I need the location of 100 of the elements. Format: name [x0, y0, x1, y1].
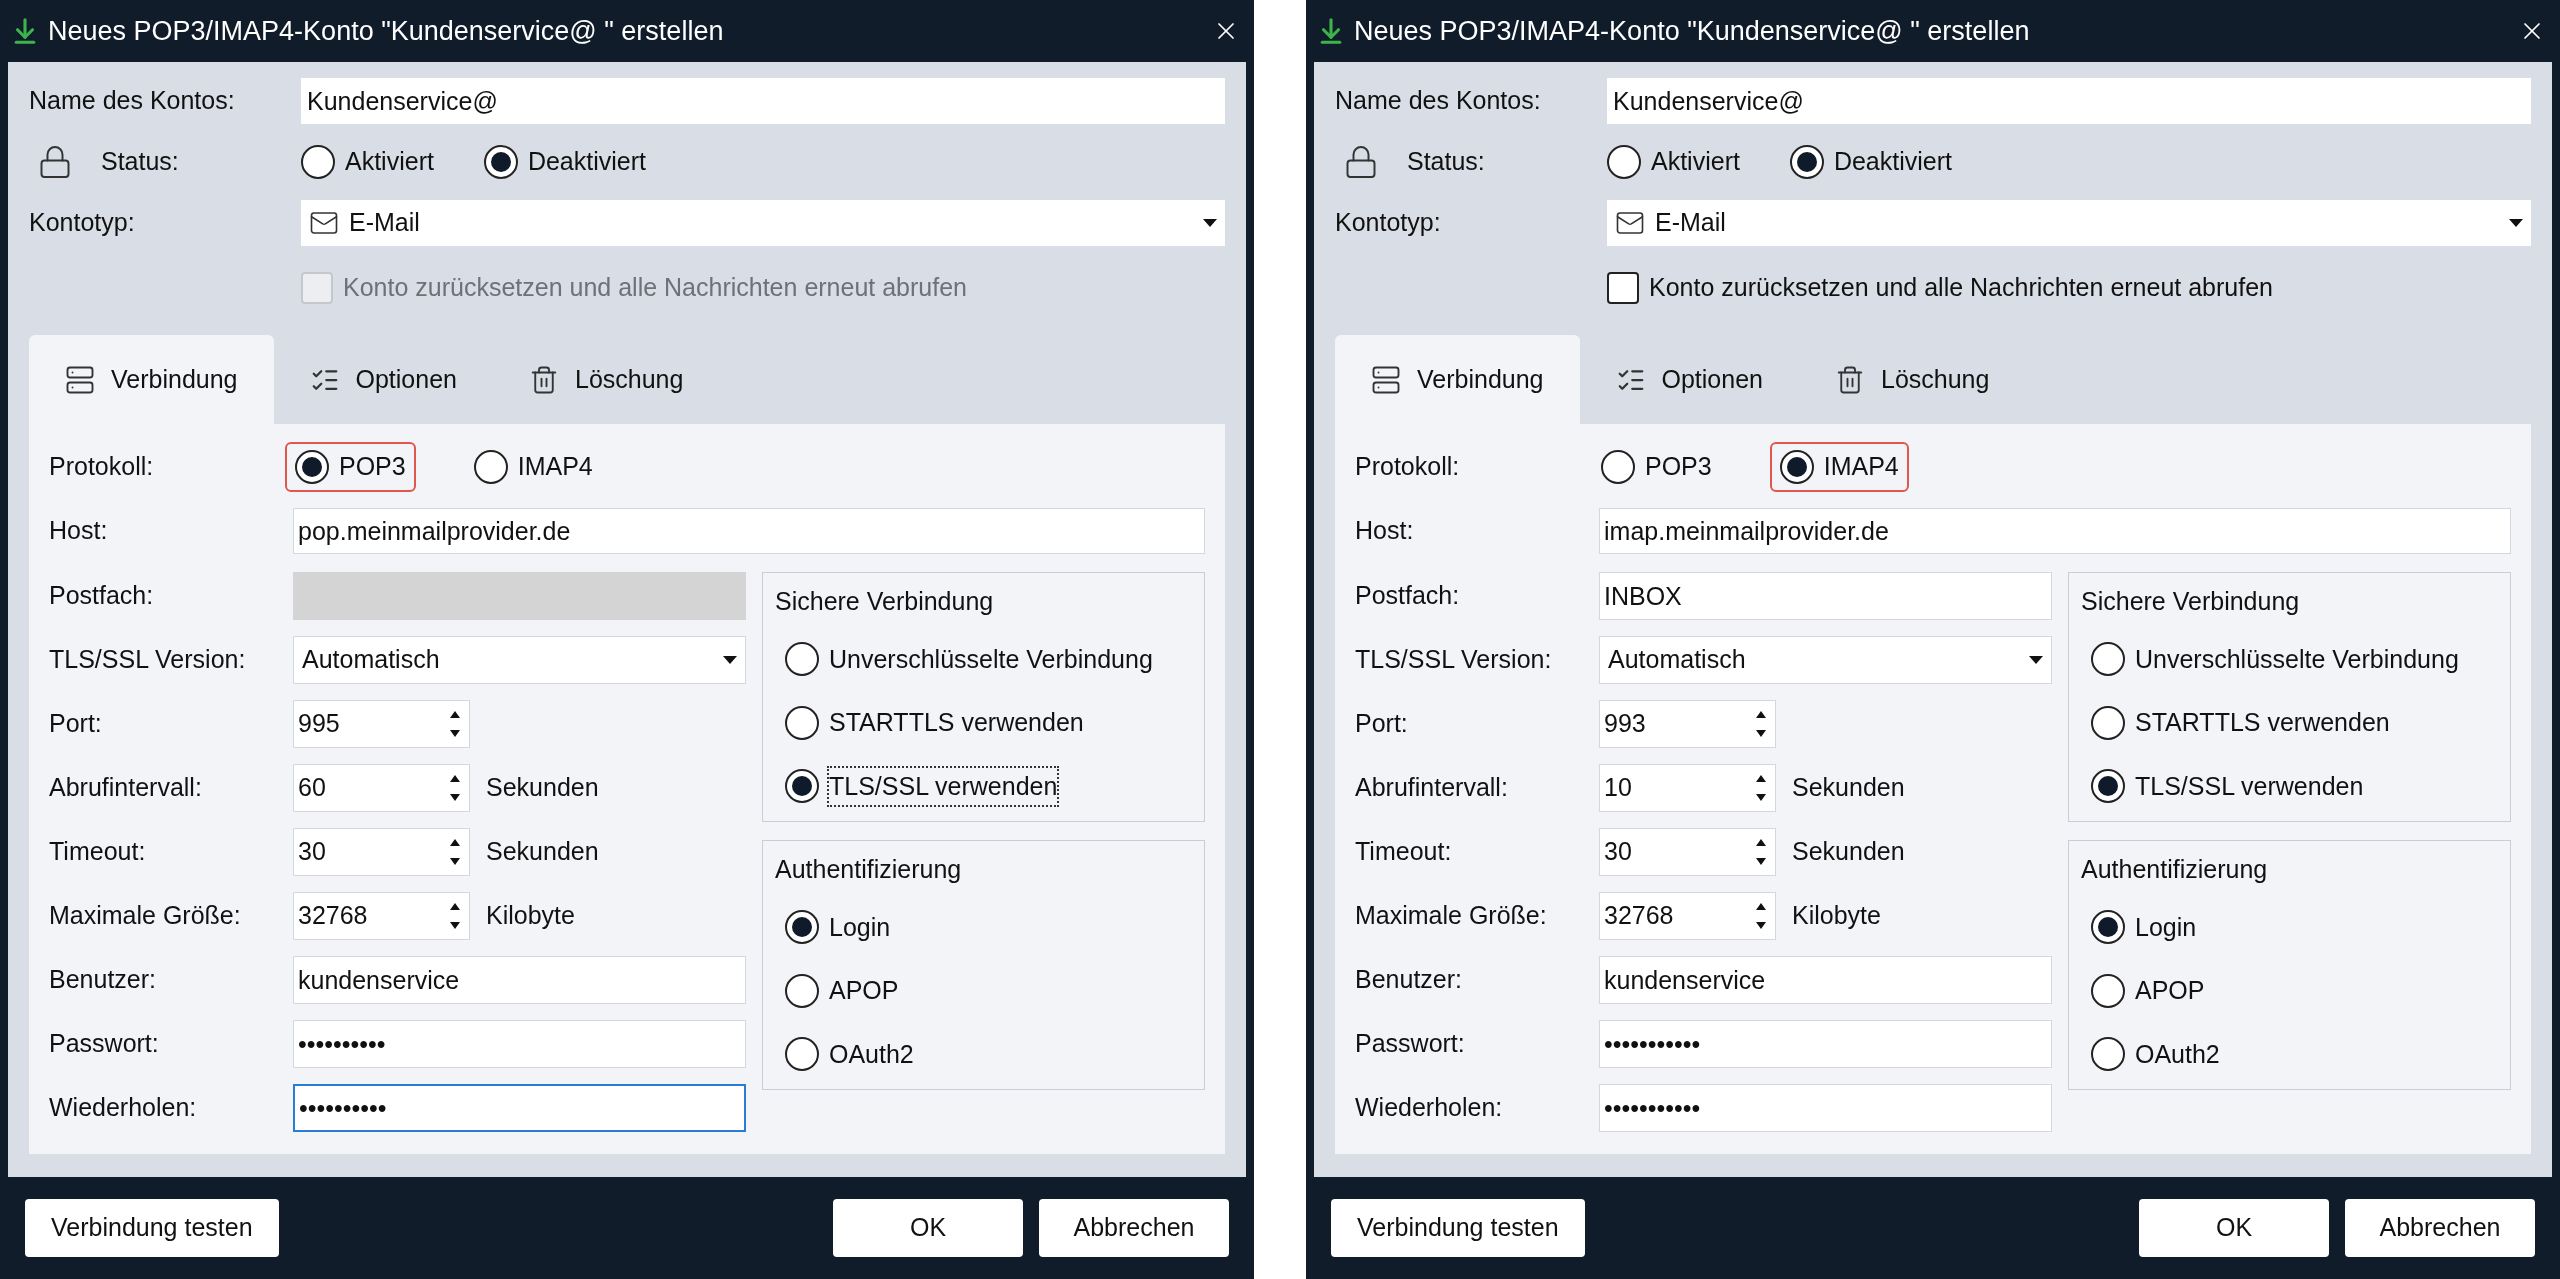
host-field[interactable]: pop.meinmailprovider.de [293, 508, 1205, 554]
window-title: Neues POP3/IMAP4-Konto "Kundenservice@ " erstellen [48, 14, 725, 48]
radio-option[interactable]: APOP [2081, 966, 2498, 1016]
dialog-button[interactable]: OK [833, 1199, 1023, 1257]
text-field[interactable]: ••••••••••• [1599, 1020, 2052, 1068]
group-title: Sichere Verbindung [2081, 586, 2301, 617]
field-label: Port: [1355, 708, 1409, 740]
spinner-field[interactable]: 60 [293, 764, 470, 812]
field-label: Benutzer: [49, 964, 157, 996]
spinner-arrows-icon[interactable] [449, 901, 461, 931]
radio-option[interactable]: STARTTLS verwenden [775, 698, 1192, 748]
radio-option[interactable]: TLS/SSL verwenden [775, 761, 1192, 811]
radio-option[interactable]: Aktiviert [291, 137, 444, 187]
dialog-button[interactable]: Abbrechen [1039, 1199, 1229, 1257]
tab[interactable]: Löschung [1799, 335, 2026, 424]
radio-option[interactable]: Unverschlüsselte Verbindung [775, 634, 1192, 684]
radio-option[interactable]: Aktiviert [1597, 137, 1750, 187]
server-icon [1371, 364, 1401, 395]
text-field[interactable]: kundenservice [293, 956, 746, 1004]
field-label: Protokoll: [49, 451, 155, 483]
radio-option[interactable]: TLS/SSL verwenden [2081, 761, 2498, 811]
trash-icon [1835, 364, 1865, 395]
radio-option[interactable]: Deaktiviert [473, 137, 656, 187]
dropdown[interactable]: Automatisch [293, 636, 746, 684]
checkbox[interactable] [1607, 272, 1639, 304]
radio-option[interactable]: APOP [775, 966, 1192, 1016]
radio-option[interactable]: IMAP4 [1769, 442, 1909, 492]
unit-label: Sekunden [1792, 836, 1905, 868]
checkbox-label: Konto zurücksetzen und alle Nachrichten erneut abrufen [343, 272, 967, 304]
spinner-arrows-icon[interactable] [1755, 773, 1767, 803]
test-connection-button[interactable]: Verbindung testen [25, 1199, 279, 1257]
unit-label: Kilobyte [1792, 900, 1881, 932]
spinner-field[interactable]: 30 [293, 828, 470, 876]
group-title: Authentifizierung [2081, 854, 2269, 885]
spinner-arrows-icon[interactable] [1755, 709, 1767, 739]
radio-option[interactable]: POP3 [1591, 442, 1722, 492]
spinner-field[interactable]: 995 [293, 700, 470, 748]
field-label: TLS/SSL Version: [49, 644, 247, 676]
tab[interactable]: Optionen [273, 335, 493, 424]
tab[interactable]: Verbindung [29, 335, 274, 424]
field-label: Host: [1355, 515, 1415, 547]
spinner-field[interactable]: 993 [1599, 700, 1776, 748]
radio-option[interactable]: IMAP4 [463, 442, 603, 492]
radio-option[interactable]: Unverschlüsselte Verbindung [2081, 634, 2498, 684]
host-field[interactable]: imap.meinmailprovider.de [1599, 508, 2511, 554]
spinner-arrows-icon[interactable] [1755, 837, 1767, 867]
text-field[interactable]: •••••••••• [293, 1020, 746, 1068]
field-label: Host: [49, 515, 109, 547]
field-label: Timeout: [49, 836, 147, 868]
text-field[interactable]: •••••••••• [293, 1084, 746, 1132]
spinner-field[interactable]: 32768 [1599, 892, 1776, 940]
field-label: Passwort: [49, 1028, 160, 1060]
field-label: Passwort: [1355, 1028, 1466, 1060]
dropdown-caret-icon [1203, 219, 1217, 227]
account-name-field[interactable]: Kundenservice@ [301, 78, 1225, 124]
field-label: Kontotyp: [29, 207, 136, 239]
radio-option[interactable]: Deaktiviert [1779, 137, 1962, 187]
spinner-field[interactable]: 30 [1599, 828, 1776, 876]
dropdown-caret-icon [2029, 656, 2043, 664]
text-field[interactable]: INBOX [1599, 572, 2052, 620]
spinner-field[interactable]: 10 [1599, 764, 1776, 812]
server-icon [65, 364, 95, 395]
field-label: Abrufintervall: [1355, 772, 1509, 804]
radio-option[interactable]: POP3 [285, 442, 416, 492]
spinner-field[interactable]: 32768 [293, 892, 470, 940]
spinner-arrows-icon[interactable] [449, 837, 461, 867]
unit-label: Sekunden [486, 836, 599, 868]
account-type-dropdown[interactable]: E-Mail [301, 200, 1225, 246]
radio-option[interactable]: STARTTLS verwenden [2081, 698, 2498, 748]
field-label: Status: [101, 146, 179, 178]
tab[interactable]: Löschung [493, 335, 720, 424]
field-label: Benutzer: [1355, 964, 1463, 996]
account-type-dropdown[interactable]: E-Mail [1607, 200, 2531, 246]
field-label: Abrufintervall: [49, 772, 203, 804]
group-title: Authentifizierung [775, 854, 963, 885]
window-title: Neues POP3/IMAP4-Konto "Kundenservice@ " erstellen [1354, 14, 2031, 48]
field-label: Maximale Größe: [49, 900, 242, 932]
dialog-button[interactable]: Abbrechen [2345, 1199, 2535, 1257]
radio-option[interactable]: Login [2081, 902, 2498, 952]
radio-option[interactable]: OAuth2 [2081, 1029, 2498, 1079]
tab[interactable]: Optionen [1579, 335, 1799, 424]
spinner-arrows-icon[interactable] [449, 709, 461, 739]
field-label: Wiederholen: [1355, 1092, 1504, 1124]
dropdown[interactable]: Automatisch [1599, 636, 2052, 684]
field-label: Port: [49, 708, 103, 740]
text-field[interactable]: kundenservice [1599, 956, 2052, 1004]
spinner-arrows-icon[interactable] [449, 773, 461, 803]
account-name-field[interactable]: Kundenservice@ [1607, 78, 2531, 124]
text-field[interactable]: ••••••••••• [1599, 1084, 2052, 1132]
field-label: Timeout: [1355, 836, 1453, 868]
dialog-button[interactable]: OK [2139, 1199, 2329, 1257]
tab[interactable]: Verbindung [1335, 335, 1580, 424]
field-label: Kontotyp: [1335, 207, 1442, 239]
group-title: Sichere Verbindung [775, 586, 995, 617]
radio-option[interactable]: Login [775, 902, 1192, 952]
field-label: Name des Kontos: [29, 85, 236, 117]
spinner-arrows-icon[interactable] [1755, 901, 1767, 931]
radio-option[interactable]: OAuth2 [775, 1029, 1192, 1079]
field-label: Status: [1407, 146, 1485, 178]
test-connection-button[interactable]: Verbindung testen [1331, 1199, 1585, 1257]
